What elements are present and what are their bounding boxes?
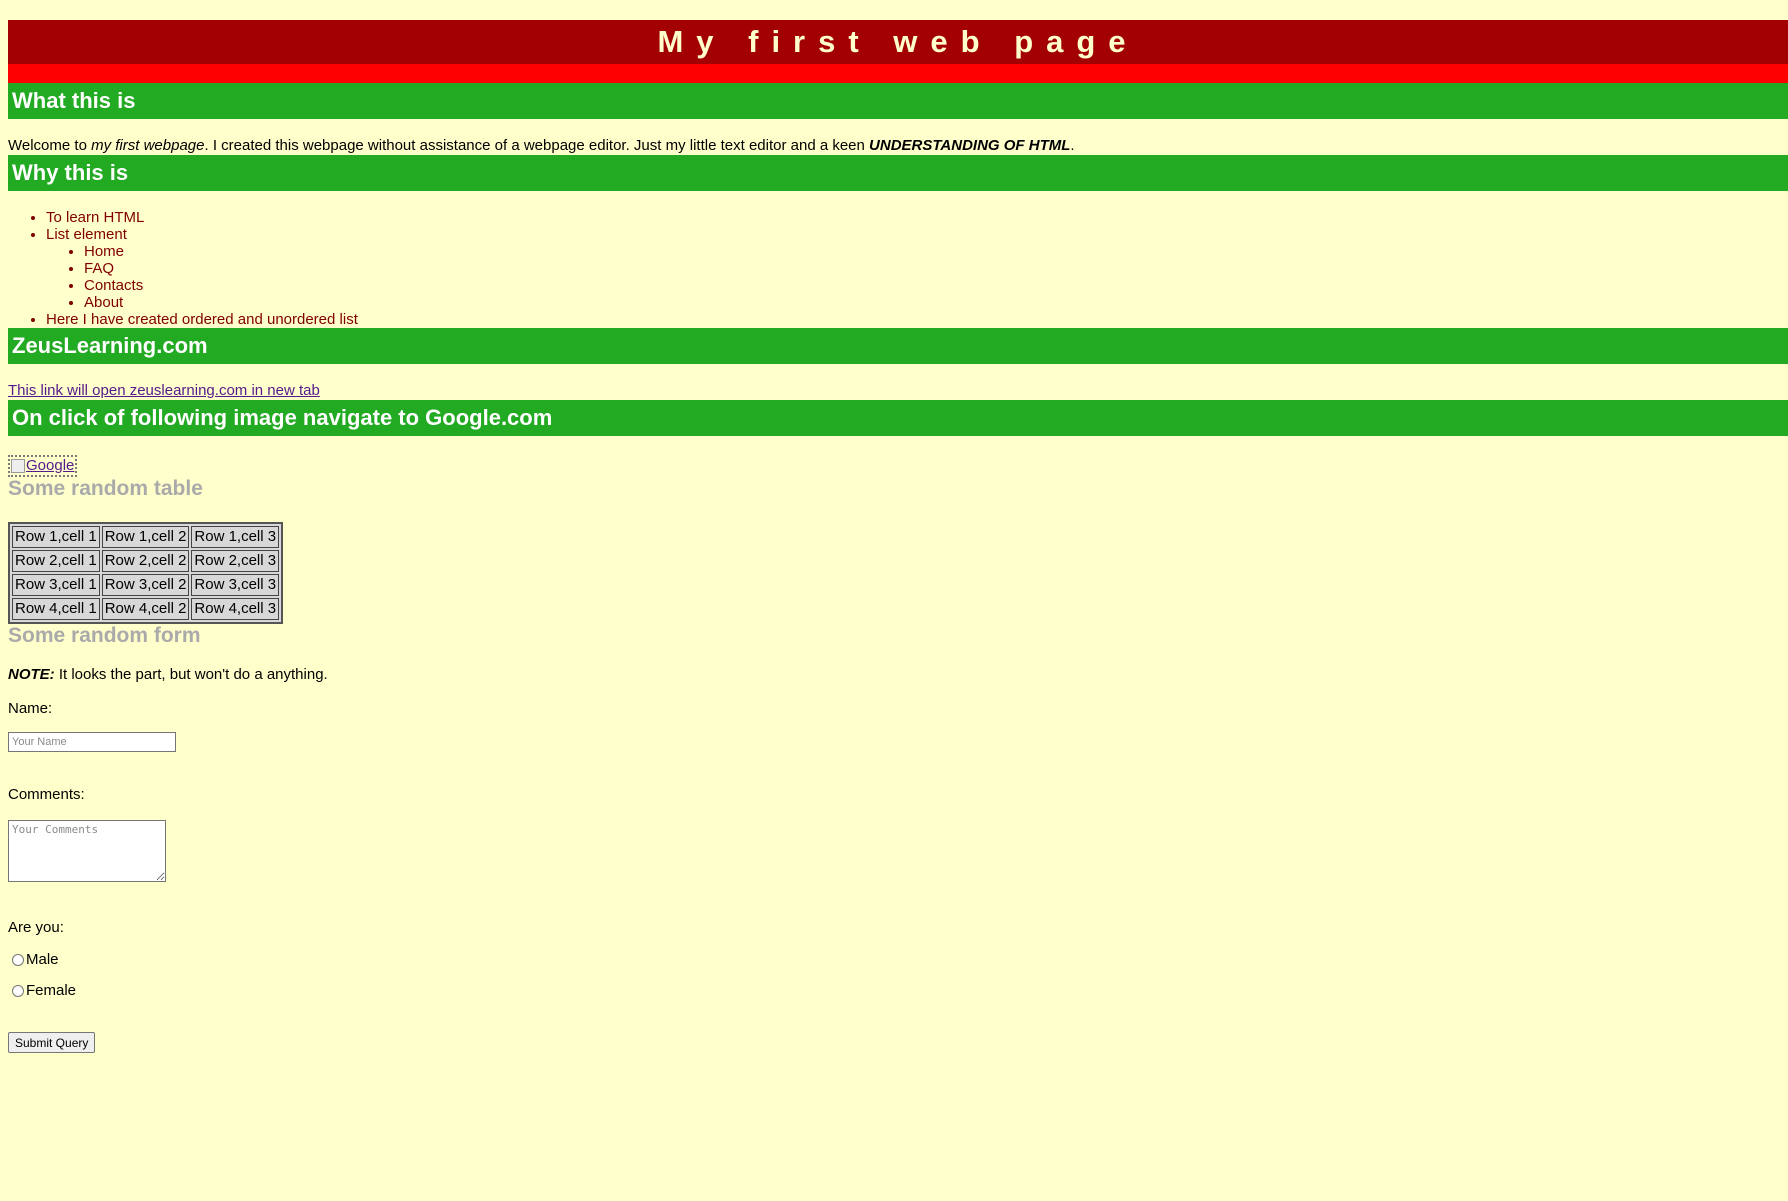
google-image-alt: Google bbox=[26, 457, 75, 474]
intro-emphasis: my first webpage bbox=[91, 137, 205, 154]
table-cell: Row 4,cell 2 bbox=[101, 598, 190, 620]
sub-list-item: Home bbox=[84, 243, 1788, 260]
comments-label: Comments: bbox=[8, 786, 85, 803]
section-heading-zeus: ZeusLearning.com bbox=[8, 328, 1788, 364]
form-note: NOTE: It looks the part, but won't do a … bbox=[8, 665, 1788, 684]
intro-suffix: . bbox=[1070, 137, 1075, 154]
sub-list-item: FAQ bbox=[84, 260, 1788, 277]
comments-textarea[interactable] bbox=[8, 820, 166, 882]
table-cell: Row 2,cell 1 bbox=[12, 550, 100, 572]
intro-strong: UNDERSTANDING OF HTML bbox=[869, 137, 1071, 154]
page: My first web page What this is Welcome t… bbox=[0, 20, 1788, 1053]
radio-female-input[interactable] bbox=[12, 984, 24, 997]
intro-prefix: Welcome to bbox=[8, 137, 92, 154]
list-item: Here I have created ordered and unordere… bbox=[46, 311, 1788, 328]
zeuslearning-link[interactable]: This link will open zeuslearning.com in … bbox=[8, 381, 320, 400]
table-cell: Row 3,cell 2 bbox=[101, 574, 190, 596]
page-title: My first web page bbox=[8, 20, 1788, 64]
table-cell: Row 1,cell 3 bbox=[191, 526, 280, 548]
section-heading-google: On click of following image navigate to … bbox=[8, 400, 1788, 436]
table-row: Row 3,cell 1 Row 3,cell 2 Row 3,cell 3 bbox=[12, 574, 280, 596]
table-cell: Row 4,cell 3 bbox=[191, 598, 280, 620]
table-heading: Some random table bbox=[8, 477, 203, 500]
table-row: Row 4,cell 1 Row 4,cell 2 Row 4,cell 3 bbox=[12, 598, 280, 620]
radio-male-input[interactable] bbox=[12, 953, 24, 966]
table-cell: Row 2,cell 2 bbox=[101, 550, 190, 572]
name-input[interactable] bbox=[8, 732, 176, 752]
list-item: List element Home FAQ Contacts About bbox=[46, 226, 1788, 311]
ordered-sub-list: Home FAQ Contacts About bbox=[46, 243, 1788, 311]
radio-male-label: Male bbox=[26, 951, 59, 968]
radio-male[interactable]: Male bbox=[8, 951, 1788, 968]
table-row: Row 1,cell 1 Row 1,cell 2 Row 1,cell 3 bbox=[12, 526, 280, 548]
radio-female[interactable]: Female bbox=[8, 982, 1788, 999]
why-list: To learn HTML List element Home FAQ Cont… bbox=[8, 209, 1788, 328]
list-item-label: List element bbox=[46, 226, 127, 243]
intro-paragraph: Welcome to my first webpage. I created t… bbox=[8, 136, 1788, 155]
gender-label: Are you: bbox=[8, 919, 64, 936]
name-label: Name: bbox=[8, 700, 53, 717]
table-cell: Row 2,cell 3 bbox=[191, 550, 280, 572]
google-image-link[interactable]: Google bbox=[8, 455, 78, 477]
broken-image-icon bbox=[11, 459, 25, 474]
note-label: NOTE: bbox=[8, 666, 55, 683]
form-heading: Some random form bbox=[8, 624, 201, 647]
table-cell: Row 1,cell 2 bbox=[101, 526, 190, 548]
table-row: Row 2,cell 1 Row 2,cell 2 Row 2,cell 3 bbox=[12, 550, 280, 572]
random-table: Row 1,cell 1 Row 1,cell 2 Row 1,cell 3 Row … bbox=[8, 522, 284, 624]
title-underline-bar bbox=[8, 64, 1788, 83]
sub-list-item: About bbox=[84, 294, 1788, 311]
list-item: To learn HTML bbox=[46, 209, 1788, 226]
section-heading-why: Why this is bbox=[8, 155, 1788, 191]
table-cell: Row 3,cell 1 bbox=[12, 574, 100, 596]
section-heading-what: What this is bbox=[8, 83, 1788, 119]
note-text: It looks the part, but won't do a anythi… bbox=[54, 666, 328, 683]
submit-button[interactable]: Submit Query bbox=[8, 1032, 96, 1053]
intro-middle: . I created this webpage without assista… bbox=[204, 137, 870, 154]
table-cell: Row 1,cell 1 bbox=[12, 526, 100, 548]
table-cell: Row 4,cell 1 bbox=[12, 598, 100, 620]
table-cell: Row 3,cell 3 bbox=[191, 574, 280, 596]
radio-female-label: Female bbox=[26, 982, 77, 999]
sub-list-item: Contacts bbox=[84, 277, 1788, 294]
